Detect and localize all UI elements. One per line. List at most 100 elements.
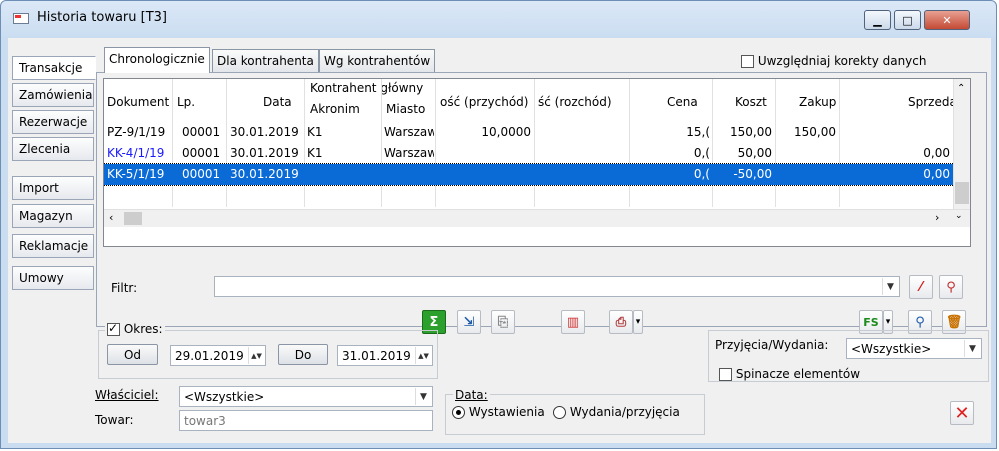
- cell-lp: 00001: [182, 167, 221, 181]
- minimize-button[interactable]: ▁: [864, 10, 891, 30]
- app-icon: [13, 13, 29, 24]
- h-scroll-thumb[interactable]: [124, 212, 142, 225]
- wrench-icon: ⚲: [946, 279, 956, 295]
- export-icon: ⇲: [463, 314, 475, 330]
- cell-zakup: 150,00: [794, 125, 836, 139]
- header-akronim[interactable]: Akronim: [310, 102, 360, 116]
- cell-cena: 0,(: [693, 146, 710, 160]
- table-row[interactable]: PZ-9/1/19 00001 30.01.2019 K1 Warszaw 10…: [104, 122, 954, 143]
- side-tab-umowy[interactable]: Umowy: [12, 266, 94, 290]
- print-button[interactable]: ⎙: [609, 310, 633, 334]
- chevron-down-icon[interactable]: ▼: [964, 340, 980, 357]
- columns-button[interactable]: ▥: [561, 310, 585, 334]
- fs-icon: FS: [863, 315, 879, 329]
- filter-tool-button[interactable]: ⚲: [939, 275, 963, 299]
- radio-wystawienia[interactable]: Wystawienia: [452, 405, 545, 419]
- tab-chronologicznie[interactable]: Chronologicznie: [104, 47, 210, 73]
- spinacze-check-box[interactable]: [719, 368, 732, 381]
- radio-circle[interactable]: [553, 406, 566, 419]
- radio-wydania[interactable]: Wydania/przyjęcia: [553, 405, 680, 419]
- header-koszt[interactable]: Koszt: [735, 95, 767, 109]
- correction-checkbox[interactable]: Uwzględniaj korekty danych: [741, 54, 926, 68]
- wlasciciel-label: Właściciel:: [95, 388, 159, 402]
- cell-miasto: Warszaw: [384, 125, 434, 139]
- spinner-icon[interactable]: ▲▼: [248, 347, 264, 364]
- tab-dla-kontrahenta[interactable]: Dla kontrahenta: [212, 49, 319, 72]
- client-area: Transakcje Zamówienia Rezerwacje Zleceni…: [8, 38, 991, 443]
- header-dokument[interactable]: Dokument: [107, 95, 169, 109]
- wlasciciel-select[interactable]: <Wszystkie> ▼: [179, 386, 433, 407]
- side-tab-transakcje[interactable]: Transakcje: [12, 56, 96, 80]
- tab-wg-kontrahentow[interactable]: Wg kontrahentów: [319, 49, 436, 72]
- attach-button[interactable]: ⎘: [491, 310, 515, 334]
- side-tab-reklamacje[interactable]: Reklamacje: [12, 234, 94, 258]
- cell-dokument: KK-5/1/19: [107, 167, 165, 181]
- scroll-up-icon[interactable]: ⌃: [957, 83, 965, 94]
- title-bar[interactable]: Historia towaru [T3] ▁ □ ✕: [1, 1, 996, 37]
- towar-field[interactable]: towar3: [179, 410, 433, 431]
- od-date-input[interactable]: 29.01.2019 ▲▼: [170, 345, 266, 366]
- table-row[interactable]: KK-4/1/19 00001 30.01.2019 K1 Warszaw 0,…: [104, 143, 954, 164]
- side-tab-zlecenia[interactable]: Zlecenia: [12, 137, 94, 161]
- dropdown-arrow-icon: ▾: [885, 317, 891, 327]
- cell-miasto: Warszaw: [384, 146, 434, 160]
- horizontal-scrollbar[interactable]: ‹ › ⌄: [104, 209, 970, 227]
- filter-input[interactable]: ▼: [214, 276, 900, 297]
- od-button[interactable]: Od: [107, 344, 158, 365]
- spinacze-label: Spinacze elementów: [735, 367, 861, 381]
- cell-przychod: 10,0000: [481, 125, 531, 139]
- filter-clear-icon: ⁄: [919, 279, 923, 295]
- side-tab-zamowienia[interactable]: Zamówienia: [12, 83, 94, 107]
- scroll-right-icon[interactable]: ›: [935, 211, 939, 224]
- okres-check-box[interactable]: [107, 321, 120, 336]
- header-zakup[interactable]: Zakup: [799, 95, 836, 109]
- chevron-down-icon[interactable]: ▼: [415, 388, 431, 405]
- export-button[interactable]: ⇲: [457, 310, 481, 334]
- close-window-button[interactable]: ✕: [924, 10, 970, 30]
- transactions-grid[interactable]: Dokument Lp. Data Kontrahent główny Akro…: [103, 78, 971, 247]
- header-lp[interactable]: Lp.: [177, 95, 195, 109]
- spinacze-checkbox[interactable]: Spinacze elementów: [719, 367, 860, 381]
- print-dropdown-button[interactable]: ▾: [633, 310, 643, 334]
- header-data[interactable]: Data: [263, 95, 292, 109]
- side-tab-rezerwacje[interactable]: Rezerwacje: [12, 110, 94, 134]
- side-tab-magazyn[interactable]: Magazyn: [12, 204, 94, 228]
- print-icon: ⎙: [615, 314, 627, 330]
- maximize-button[interactable]: □: [894, 10, 921, 30]
- cell-data: 30.01.2019: [230, 125, 299, 139]
- side-tab-import[interactable]: Import: [12, 176, 94, 200]
- scroll-thumb[interactable]: [955, 182, 969, 204]
- header-ilosc-rozchod[interactable]: ść (rozchód): [538, 95, 612, 109]
- scroll-down-icon[interactable]: ⌄: [955, 211, 963, 221]
- spinner-icon[interactable]: ▲▼: [415, 347, 431, 364]
- cell-data: 30.01.2019: [230, 167, 299, 181]
- okres-checkbox[interactable]: Okres:: [105, 321, 165, 336]
- cell-dokument: PZ-9/1/19: [107, 125, 166, 139]
- vertical-scrollbar[interactable]: ⌃: [953, 79, 970, 209]
- close-x-icon: ✕: [954, 402, 970, 424]
- cell-akronim: K1: [307, 125, 323, 139]
- do-button[interactable]: Do: [278, 344, 328, 365]
- close-button[interactable]: ✕: [950, 401, 974, 425]
- header-miasto[interactable]: Miasto: [386, 102, 425, 116]
- correction-label: Uwzględniaj korekty danych: [757, 54, 927, 68]
- przyjecia-select[interactable]: <Wszystkie> ▼: [846, 338, 982, 359]
- header-kontrahent-glowny: Kontrahent główny: [310, 81, 424, 95]
- header-ilosc-przychod[interactable]: ość (przychód): [440, 95, 528, 109]
- cell-sprzedaz: 0,00: [923, 146, 950, 160]
- header-cena[interactable]: Cena: [667, 95, 698, 109]
- do-date-input[interactable]: 31.01.2019 ▲▼: [337, 345, 433, 366]
- filter-label: Filtr:: [111, 281, 138, 295]
- cell-akronim: K1: [307, 146, 323, 160]
- towar-label: Towar:: [95, 413, 134, 427]
- clear-filter-button[interactable]: ⁄: [909, 275, 933, 299]
- scroll-left-icon[interactable]: ‹: [109, 211, 113, 224]
- correction-check-box[interactable]: [741, 55, 754, 68]
- cell-cena: 0,(: [693, 167, 710, 181]
- columns-icon: ▥: [566, 314, 580, 330]
- cell-data: 30.01.2019: [230, 146, 299, 160]
- chevron-down-icon[interactable]: ▼: [882, 278, 898, 295]
- radio-circle[interactable]: [452, 406, 465, 419]
- trash-icon: 🗑: [945, 314, 963, 330]
- table-row-selected[interactable]: KK-5/1/19 00001 30.01.2019 0,( -50,00 0,…: [104, 163, 955, 186]
